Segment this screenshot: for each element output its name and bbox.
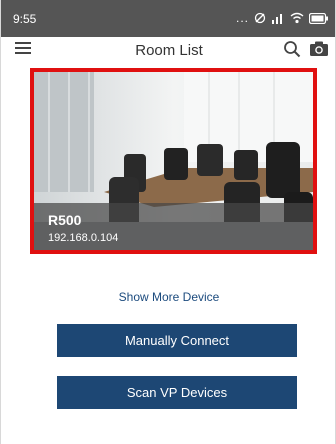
room-ip-address: 192.168.0.104 (48, 232, 119, 244)
room-card[interactable]: R500 192.168.0.104 (30, 68, 317, 254)
signal-icon (272, 14, 282, 24)
search-icon[interactable] (283, 40, 301, 58)
app-screen: 9:55 ... Room List R500 192.168.0.104 Sh… (0, 0, 336, 444)
status-time: 9:55 (13, 12, 37, 26)
status-icons: ... (236, 10, 329, 26)
status-dots: ... (235, 11, 249, 25)
app-header: Room List (1, 37, 335, 65)
silent-icon (254, 12, 266, 24)
show-more-device-link[interactable]: Show More Device (1, 290, 335, 304)
room-name: R500 (48, 212, 82, 228)
camera-icon[interactable] (309, 40, 329, 58)
status-bar: 9:55 ... (1, 0, 335, 37)
scan-vp-devices-button[interactable]: Scan VP Devices (57, 376, 297, 409)
wifi-icon (290, 12, 304, 24)
manually-connect-button[interactable]: Manually Connect (57, 324, 297, 357)
battery-icon (309, 12, 328, 24)
